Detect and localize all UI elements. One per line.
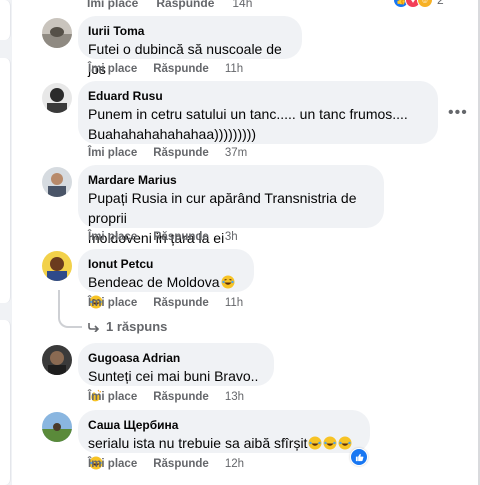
comment-author[interactable]: Eduard Rusu <box>88 88 426 104</box>
comment-bubble: Eduard Rusu Punem in cetru satului un ta… <box>78 81 438 144</box>
timestamp[interactable]: 11h <box>225 63 243 75</box>
avatar[interactable] <box>42 251 72 281</box>
comment-author[interactable]: Ionut Petcu <box>88 256 242 272</box>
reply-link[interactable]: Răspunde <box>153 63 209 75</box>
haha-reaction-icon: ☺ <box>417 0 433 8</box>
more-options-icon[interactable]: ••• <box>448 105 468 121</box>
laughing-emoji-icon <box>308 436 322 450</box>
timestamp[interactable]: 13h <box>225 391 244 403</box>
comment-bubble: Gugoasa Adrian Sunteți cei mai buni Brav… <box>78 343 274 402</box>
avatar[interactable] <box>42 345 72 375</box>
reply-link[interactable]: Răspunde <box>153 458 209 470</box>
like-link[interactable]: Îmi place <box>88 231 137 243</box>
reply-arrow-icon <box>88 322 100 332</box>
comment-actions: Îmi place Răspunde 11h <box>88 63 243 75</box>
laughing-emoji-icon <box>338 436 352 450</box>
comment-actions: Îmi place Răspunde 3h <box>88 231 238 243</box>
like-link[interactable]: Îmi place <box>88 458 137 470</box>
reply-link[interactable]: Răspunde <box>153 391 209 403</box>
avatar[interactable] <box>42 18 72 48</box>
reply-link[interactable]: Răspunde <box>156 0 214 10</box>
previous-comment-actions: Îmi place Răspunde 14h <box>87 0 252 10</box>
reaction-count: 2 <box>437 0 444 7</box>
comment-actions: Îmi place Răspunde 37m <box>88 147 247 159</box>
comment-author[interactable]: Саша Щербина <box>88 417 358 433</box>
comment-text: Buahahahahahahaa))))))))) <box>88 126 257 142</box>
timestamp[interactable]: 14h <box>232 0 252 10</box>
timestamp[interactable]: 3h <box>225 231 238 243</box>
comment-bubble: Ionut Petcu Bendeac de Moldova <box>78 249 254 309</box>
comment-author[interactable]: Iurii Toma <box>88 23 290 39</box>
like-thumb-icon[interactable] <box>350 448 368 466</box>
thread-connector <box>58 290 82 328</box>
comment-author[interactable]: Mardare Marius <box>88 172 372 188</box>
like-link[interactable]: Îmi place <box>88 147 137 159</box>
reply-link[interactable]: Răspunde <box>153 231 209 243</box>
comment-text: Bendeac de Moldova <box>88 274 220 290</box>
like-link[interactable]: Îmi place <box>87 0 138 10</box>
comment-bubble: Саша Щербина serialu ista nu trebuie sa … <box>78 410 370 470</box>
like-link[interactable]: Îmi place <box>88 391 137 403</box>
reaction-summary[interactable]: 👍 ♥ ☺ 2 <box>393 0 444 8</box>
avatar[interactable] <box>42 83 72 113</box>
comment-text: Sunteți cei mai buni Bravo.. <box>88 368 259 384</box>
timestamp[interactable]: 11h <box>225 297 243 309</box>
reply-link[interactable]: Răspunde <box>153 147 209 159</box>
laughing-emoji-icon <box>221 275 235 289</box>
comment-actions: Îmi place Răspunde 12h <box>88 458 244 470</box>
comment-text: Pupați Rusia in cur apărând Transnistria… <box>88 190 357 226</box>
comment-bubble: Iurii Toma Futei o dubincă să nuscoale d… <box>78 16 302 77</box>
replies-count: 1 răspuns <box>106 319 168 334</box>
left-panel-card <box>0 320 11 485</box>
view-replies-link[interactable]: 1 răspuns <box>88 319 167 334</box>
like-link[interactable]: Îmi place <box>88 297 137 309</box>
timestamp[interactable]: 37m <box>225 147 247 159</box>
like-link[interactable]: Îmi place <box>88 63 137 75</box>
laughing-emoji-icon <box>323 436 337 450</box>
comment-author[interactable]: Gugoasa Adrian <box>88 350 262 366</box>
timestamp[interactable]: 12h <box>225 458 244 470</box>
comment-bubble: Mardare Marius Pupați Rusia in cur apărâ… <box>78 165 384 246</box>
comment-actions: Îmi place Răspunde 11h <box>88 297 243 309</box>
left-panel-card <box>0 0 11 40</box>
reply-link[interactable]: Răspunde <box>153 297 209 309</box>
avatar[interactable] <box>42 412 72 442</box>
comment-actions: Îmi place Răspunde 13h <box>88 391 244 403</box>
avatar[interactable] <box>42 167 72 197</box>
comment-text: serialu ista nu trebuie sa aibă sfîrșit <box>88 435 308 451</box>
left-panel-card <box>0 58 11 303</box>
comment-text: Punem in cetru satului un tanc..... un t… <box>88 106 408 122</box>
